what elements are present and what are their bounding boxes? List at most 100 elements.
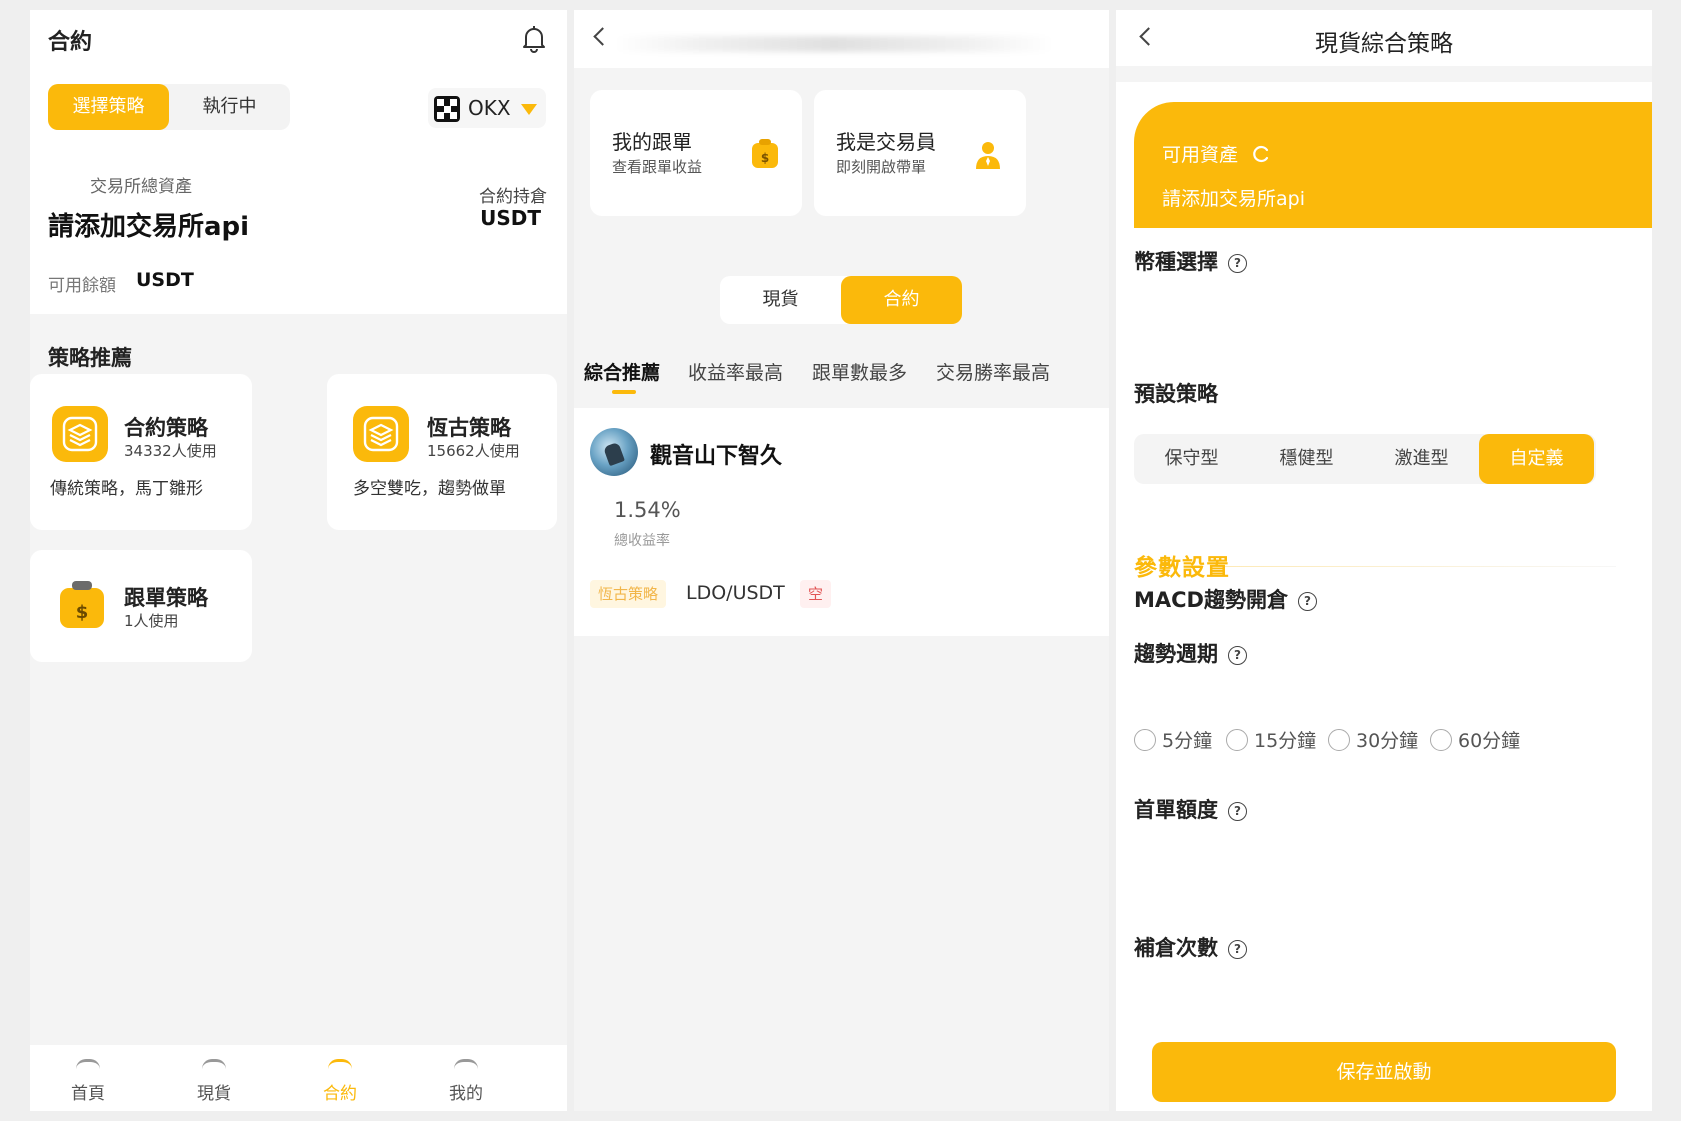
tab-overall[interactable]: 綜合推薦: [584, 358, 660, 385]
holdings-unit: USDT: [480, 206, 541, 230]
profile-icon: [454, 1059, 478, 1069]
preset-conservative[interactable]: 保守型: [1134, 434, 1249, 484]
strategy-card-copy[interactable]: $ 跟單策略 1人使用: [30, 550, 252, 662]
account-panel: 合約 選擇策略 執行中 OKX 交易所總資產 請添加交易所api 合約持倉 US…: [30, 10, 567, 314]
svg-text:$: $: [76, 602, 89, 623]
card-title: 我是交易員: [836, 130, 936, 154]
help-icon[interactable]: ?: [1228, 254, 1247, 273]
strategy-users: 1人使用: [124, 612, 179, 630]
trading-pair: LDO/USDT: [686, 582, 785, 604]
tab-indicator: [612, 390, 636, 394]
nav-profile[interactable]: 我的: [426, 1079, 506, 1104]
macd-heading: MACD趨勢開倉?: [1134, 584, 1317, 614]
tab-running[interactable]: 執行中: [169, 84, 290, 130]
strategy-segment: 選擇策略 執行中: [48, 84, 290, 130]
strategy-card-contract[interactable]: 合約策略 34332人使用 傳統策略，馬丁雛形: [30, 374, 252, 530]
first-amount-heading: 首單額度?: [1134, 794, 1247, 824]
period-option[interactable]: 15分鐘: [1226, 726, 1316, 753]
strategy-users: 34332人使用: [124, 442, 217, 460]
layers-icon: [353, 406, 409, 462]
period-option[interactable]: 60分鐘: [1430, 726, 1520, 753]
refill-heading: 補倉次數?: [1134, 932, 1247, 962]
tab-top-return[interactable]: 收益率最高: [688, 358, 783, 385]
trader-card-entry[interactable]: 我是交易員 即刻開啟帶單: [814, 90, 1026, 216]
strategy-desc: 傳統策略，馬丁雛形: [50, 479, 203, 499]
spot-strategy-screen: 現貨綜合策略 可用資產 請添加交易所api 幣種選擇? 預設策略 保守型 穩健型…: [1116, 10, 1652, 1111]
total-return-value: 1.54%: [614, 498, 681, 522]
radio-icon: [1134, 729, 1156, 751]
avatar: [590, 428, 638, 476]
contract-screen: 合約 選擇策略 執行中 OKX 交易所總資產 請添加交易所api 合約持倉 US…: [30, 10, 567, 1111]
layers-icon: [52, 406, 108, 462]
caret-down-icon: [521, 104, 537, 115]
available-assets-text: 可用資產: [1162, 144, 1239, 166]
add-api-prompt[interactable]: 請添加交易所api: [1162, 184, 1305, 211]
radio-icon: [1226, 729, 1248, 751]
copy-trading-screen: 我的跟單 查看跟單收益 $ 我是交易員 即刻開啟帶單 現貨 合約 綜合推薦 收益…: [574, 10, 1109, 1111]
money-bag-icon: $: [752, 139, 778, 168]
nav-contract[interactable]: 合約: [300, 1079, 380, 1104]
tab-spot[interactable]: 現貨: [720, 276, 841, 324]
back-icon[interactable]: [593, 27, 612, 46]
section-title: 策略推薦: [48, 346, 132, 370]
strategy-name: 合約策略: [124, 416, 208, 440]
my-copy-card[interactable]: 我的跟單 查看跟單收益 $: [590, 90, 802, 216]
add-api-prompt[interactable]: 請添加交易所api: [48, 206, 249, 243]
market-segment: 現貨 合約: [720, 276, 962, 324]
first-amount-label: 首單額度: [1134, 798, 1218, 822]
home-icon: [76, 1059, 100, 1069]
total-return-label: 總收益率: [614, 533, 670, 549]
period-heading: 趨勢週期?: [1134, 638, 1247, 668]
balance-label: 可用餘額: [48, 276, 116, 296]
period-option[interactable]: 5分鐘: [1134, 726, 1212, 753]
save-and-start-button[interactable]: 保存並啟動: [1152, 1042, 1616, 1102]
tab-most-copied[interactable]: 跟單數最多: [812, 358, 907, 385]
refill-label: 補倉次數: [1134, 936, 1218, 960]
preset-custom[interactable]: 自定義: [1479, 434, 1594, 484]
coin-select-heading: 幣種選擇?: [1134, 246, 1247, 276]
nav-home[interactable]: 首頁: [48, 1079, 128, 1104]
nav-spot[interactable]: 現貨: [174, 1079, 254, 1104]
total-assets-label: 交易所總資產: [90, 177, 192, 197]
radio-icon: [1328, 729, 1350, 751]
coin-select-label: 幣種選擇: [1134, 250, 1218, 274]
tab-select-strategy[interactable]: 選擇策略: [48, 84, 169, 130]
asset-banner: 可用資產 請添加交易所api: [1134, 102, 1652, 228]
tab-win-rate[interactable]: 交易勝率最高: [936, 358, 1050, 385]
trader-name: 觀音山下智久: [650, 444, 783, 469]
params-heading: 參數設置: [1134, 555, 1230, 581]
header-bar: [574, 10, 1109, 68]
trader-person-icon: [976, 142, 1000, 169]
strategy-card-henggu[interactable]: 恆古策略 15662人使用 多空雙吃，趨勢做單: [327, 374, 557, 530]
page-title: 合約: [48, 30, 93, 55]
tab-contract[interactable]: 合約: [841, 276, 962, 324]
strategy-name: 恆古策略: [427, 416, 511, 440]
exchange-selector[interactable]: OKX: [428, 88, 546, 128]
bottom-nav: 首頁 現貨 合約 我的: [30, 1045, 567, 1111]
help-icon[interactable]: ?: [1228, 802, 1247, 821]
period-option[interactable]: 30分鐘: [1328, 726, 1418, 753]
card-subtitle: 即刻開啟帶單: [836, 158, 927, 176]
refresh-icon[interactable]: [1252, 145, 1270, 163]
preset-aggressive[interactable]: 激進型: [1364, 434, 1479, 484]
period-radio-group: 5分鐘 15分鐘 30分鐘 60分鐘: [1134, 726, 1634, 756]
strategy-badge: 恆古策略: [590, 580, 667, 608]
card-title: 我的跟單: [612, 130, 692, 154]
help-icon[interactable]: ?: [1298, 592, 1317, 611]
blurred-page-title: [614, 36, 1054, 52]
macd-label: MACD趨勢開倉: [1134, 588, 1288, 612]
trader-list-item[interactable]: 觀音山下智久 1.54% 總收益率 恆古策略 LDO/USDT 空: [574, 408, 1109, 636]
bell-icon[interactable]: [520, 24, 548, 54]
header-bar: 現貨綜合策略: [1116, 10, 1652, 66]
help-icon[interactable]: ?: [1228, 940, 1247, 959]
preset-heading: 預設策略: [1134, 382, 1218, 406]
preset-steady[interactable]: 穩健型: [1249, 434, 1364, 484]
strategy-name: 跟單策略: [124, 586, 208, 610]
divider: [1216, 566, 1616, 567]
strategy-desc: 多空雙吃，趨勢做單: [353, 479, 506, 499]
help-icon[interactable]: ?: [1228, 646, 1247, 665]
period-label: 趨勢週期: [1134, 642, 1218, 666]
okx-logo-icon: [434, 96, 460, 122]
preset-segment: 保守型 穩健型 激進型 自定義: [1134, 434, 1596, 484]
svg-text:$: $: [761, 151, 769, 165]
